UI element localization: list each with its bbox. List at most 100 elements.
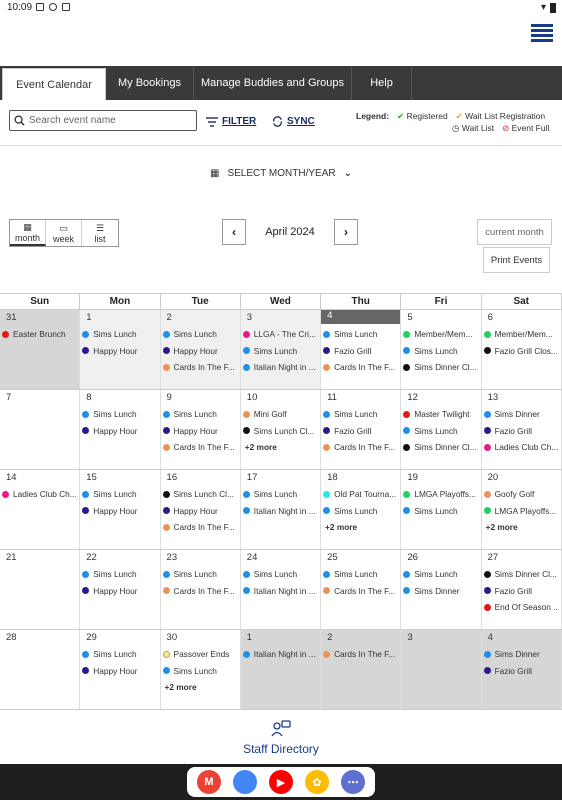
calendar-event[interactable]: Sims Lunch — [403, 423, 478, 440]
day-cell[interactable]: 4 Sims Dinner Fazio Grill — [481, 630, 562, 709]
day-cell[interactable]: 22 Sims Lunch Happy Hour — [80, 550, 161, 629]
calendar-event[interactable]: Fazio Grill Clos... — [483, 343, 559, 360]
day-cell[interactable]: 18 Old Pat Tourna... Sims Lunch +2 more — [321, 470, 402, 549]
calendar-event[interactable]: Sims Lunch — [162, 663, 238, 680]
day-cell[interactable]: 17 Sims Lunch Italian Night in ... — [241, 470, 322, 549]
day-cell[interactable]: 20 Goofy Golf LMGA Playoffs... +2 more — [482, 470, 562, 549]
day-cell[interactable]: 31 Easter Brunch — [0, 310, 81, 389]
day-cell[interactable]: 8 Sims Lunch Happy Hour — [80, 390, 161, 469]
calendar-event[interactable]: Cards In The F... — [162, 583, 238, 600]
calendar-event[interactable]: Happy Hour — [82, 663, 157, 680]
calendar-event[interactable]: Sims Dinner Cl... — [403, 439, 478, 456]
day-cell[interactable]: 3 — [401, 630, 482, 709]
calendar-event[interactable]: Sims Lunch — [162, 406, 238, 423]
calendar-event[interactable]: Sims Lunch — [242, 486, 318, 503]
day-cell[interactable]: 1 Italian Night in ... — [240, 630, 322, 709]
view-month-button[interactable]: ▦ month — [10, 220, 46, 246]
day-cell[interactable]: 19 LMGA Playoffs... Sims Lunch — [401, 470, 482, 549]
calendar-event[interactable]: Happy Hour — [82, 583, 157, 600]
calendar-event[interactable]: Fazio Grill — [483, 583, 559, 600]
calendar-event[interactable]: Ladies Club Ch... — [483, 439, 559, 456]
calendar-event[interactable]: Sims Lunch — [403, 503, 478, 520]
calendar-event[interactable]: Easter Brunch — [2, 326, 77, 343]
calendar-event[interactable]: Master Twilight — [403, 406, 478, 423]
calendar-event[interactable]: Cards In The F... — [323, 439, 398, 456]
calendar-event[interactable]: Sims Lunch — [403, 343, 478, 360]
calendar-event[interactable]: Sims Lunch — [82, 646, 157, 663]
chrome-app-icon[interactable] — [233, 770, 257, 794]
calendar-event[interactable]: Sims Lunch — [82, 406, 157, 423]
select-month-year[interactable]: ▦ SELECT MONTH/YEAR ⌄ — [0, 158, 562, 188]
gmail-app-icon[interactable]: M — [197, 770, 221, 794]
calendar-event[interactable]: Ladies Club Ch... — [2, 486, 77, 503]
prev-month-button[interactable]: ‹ — [222, 219, 246, 245]
more-events-link[interactable]: +2 more — [484, 519, 559, 535]
day-cell[interactable]: 1 Sims Lunch Happy Hour — [80, 310, 161, 389]
staff-directory-button[interactable]: Staff Directory — [0, 712, 562, 764]
calendar-event[interactable]: Sims Lunch — [242, 566, 318, 583]
day-cell[interactable]: 15 Sims Lunch Happy Hour — [80, 470, 161, 549]
filter-button[interactable]: FILTER — [206, 116, 256, 127]
calendar-event[interactable]: Sims Dinner — [483, 406, 559, 423]
calendar-event[interactable]: Cards In The F... — [323, 359, 398, 376]
calendar-event[interactable]: Happy Hour — [162, 343, 238, 360]
calendar-event[interactable]: End Of Season ... — [483, 599, 559, 616]
calendar-event[interactable]: Cards In The F... — [323, 646, 398, 663]
sync-button[interactable]: SYNC — [272, 116, 315, 127]
day-cell[interactable]: 24 Sims Lunch Italian Night in ... — [241, 550, 322, 629]
day-cell[interactable]: 28 — [0, 630, 81, 709]
tab-help[interactable]: Help — [352, 66, 412, 100]
day-cell[interactable]: 26 Sims Lunch Sims Dinner — [401, 550, 482, 629]
day-cell[interactable]: 2 Sims Lunch Happy Hour Cards In The F... — [160, 310, 241, 389]
print-events-button[interactable]: Print Events — [483, 247, 550, 273]
day-cell[interactable]: 2 Cards In The F... — [321, 630, 402, 709]
more-events-link[interactable]: +2 more — [323, 519, 398, 535]
calendar-event[interactable]: Italian Night in ... — [242, 359, 318, 376]
calendar-event[interactable]: Member/Mem... — [483, 326, 559, 343]
calendar-event[interactable]: Fazio Grill — [483, 423, 559, 440]
calendar-event[interactable]: Sims Lunch Cl... — [162, 486, 238, 503]
tab-event-calendar[interactable]: Event Calendar — [2, 68, 106, 100]
calendar-event[interactable]: LLGA - The Cri... — [242, 326, 318, 343]
current-month-button[interactable]: current month — [477, 219, 552, 245]
day-cell[interactable]: 11 Sims Lunch Fazio Grill Cards In The F... — [321, 390, 402, 469]
calendar-event[interactable]: Sims Dinner Cl... — [403, 359, 478, 376]
calendar-event[interactable]: Happy Hour — [82, 503, 157, 520]
apps-app-icon[interactable]: ⋯ — [341, 770, 365, 794]
day-cell[interactable]: 3 LLGA - The Cri... Sims Lunch Italian Nigh… — [240, 310, 322, 389]
day-cell[interactable]: 21 — [0, 550, 81, 629]
day-cell[interactable]: 10 Mini Golf Sims Lunch Cl... +2 more — [241, 390, 322, 469]
calendar-event[interactable]: Passover Ends — [162, 646, 238, 663]
day-cell[interactable]: 12 Master Twilight Sims Lunch Sims Dinner C… — [401, 390, 482, 469]
day-cell[interactable]: 13 Sims Dinner Fazio Grill Ladies Club Ch..… — [482, 390, 562, 469]
calendar-event[interactable]: Sims Lunch — [323, 326, 398, 343]
calendar-event[interactable]: Member/Mem... — [403, 326, 478, 343]
search-input[interactable] — [29, 115, 189, 126]
calendar-event[interactable]: Sims Lunch — [242, 343, 318, 360]
youtube-app-icon[interactable]: ▶ — [269, 770, 293, 794]
day-cell[interactable]: 29 Sims Lunch Happy Hour — [80, 630, 161, 709]
calendar-event[interactable]: Fazio Grill — [483, 663, 559, 680]
calendar-event[interactable]: Fazio Grill — [323, 343, 398, 360]
calendar-event[interactable]: Sims Dinner Cl... — [483, 566, 559, 583]
day-cell[interactable]: 4 Sims Lunch Fazio Grill Cards In The F... — [321, 310, 402, 389]
calendar-event[interactable]: Cards In The F... — [162, 519, 238, 536]
calendar-event[interactable]: Happy Hour — [162, 503, 238, 520]
calendar-event[interactable]: Sims Lunch — [323, 503, 398, 520]
day-cell[interactable]: 27 Sims Dinner Cl... Fazio Grill End Of Sea… — [482, 550, 562, 629]
day-cell[interactable]: 6 Member/Mem... Fazio Grill Clos... — [482, 310, 562, 389]
calendar-event[interactable]: Old Pat Tourna... — [323, 486, 398, 503]
view-list-button[interactable]: ☰ list — [82, 220, 118, 246]
day-cell[interactable]: 16 Sims Lunch Cl... Happy Hour Cards In The… — [161, 470, 241, 549]
calendar-event[interactable]: Sims Lunch — [162, 566, 238, 583]
tab-my-bookings[interactable]: My Bookings — [106, 66, 194, 100]
calendar-event[interactable]: Sims Lunch — [82, 326, 157, 343]
calendar-event[interactable]: Italian Night in ... — [242, 646, 318, 663]
calendar-event[interactable]: Fazio Grill — [323, 423, 398, 440]
calendar-event[interactable]: Sims Lunch — [82, 486, 157, 503]
calendar-event[interactable]: Cards In The F... — [323, 583, 398, 600]
calendar-event[interactable]: LMGA Playoffs... — [403, 486, 478, 503]
more-events-link[interactable]: +2 more — [243, 439, 318, 455]
tab-manage-buddies[interactable]: Manage Buddies and Groups — [194, 66, 352, 100]
calendar-event[interactable]: Happy Hour — [82, 343, 157, 360]
